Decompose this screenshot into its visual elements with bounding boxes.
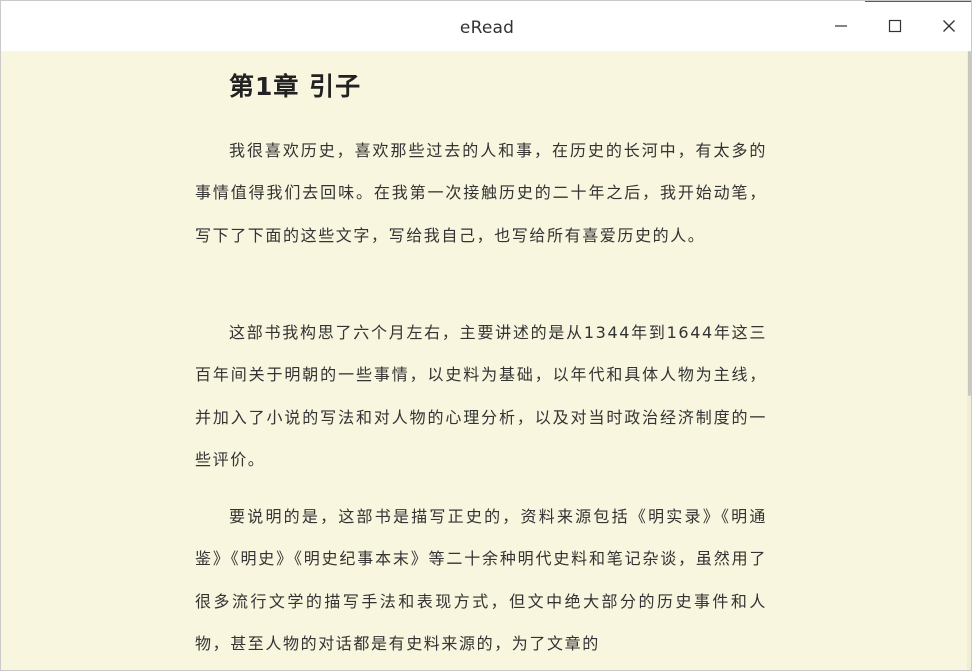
close-icon <box>943 20 955 32</box>
minimize-button[interactable] <box>814 1 868 51</box>
minimize-icon <box>835 25 847 27</box>
app-window: eRead 第1章 引子 我很喜欢历史，喜欢那些过去的人和事，在历史的长河中，有… <box>0 0 972 671</box>
chapter-title: 第1章 引子 <box>229 72 362 101</box>
paragraph: 这部书我构思了六个月左右，主要讲述的是从1344年到1644年这三百年间关于明朝… <box>195 323 767 470</box>
close-button[interactable] <box>922 1 971 51</box>
scrollbar-thumb[interactable] <box>968 51 971 396</box>
paragraph: 要说明的是，这部书是描写正史的，资料来源包括《明实录》《明通鉴》《明史》《明史纪… <box>195 507 767 654</box>
reader-content[interactable]: 第1章 引子 我很喜欢历史，喜欢那些过去的人和事，在历史的长河中，有太多的事情值… <box>1 51 967 670</box>
paragraph: 我很喜欢历史，喜欢那些过去的人和事，在历史的长河中，有太多的事情值得我们去回味。… <box>195 141 767 245</box>
maximize-icon <box>888 19 902 33</box>
title-bar[interactable]: eRead <box>1 1 971 51</box>
maximize-button[interactable] <box>868 1 922 51</box>
vertical-scrollbar[interactable] <box>967 51 971 670</box>
